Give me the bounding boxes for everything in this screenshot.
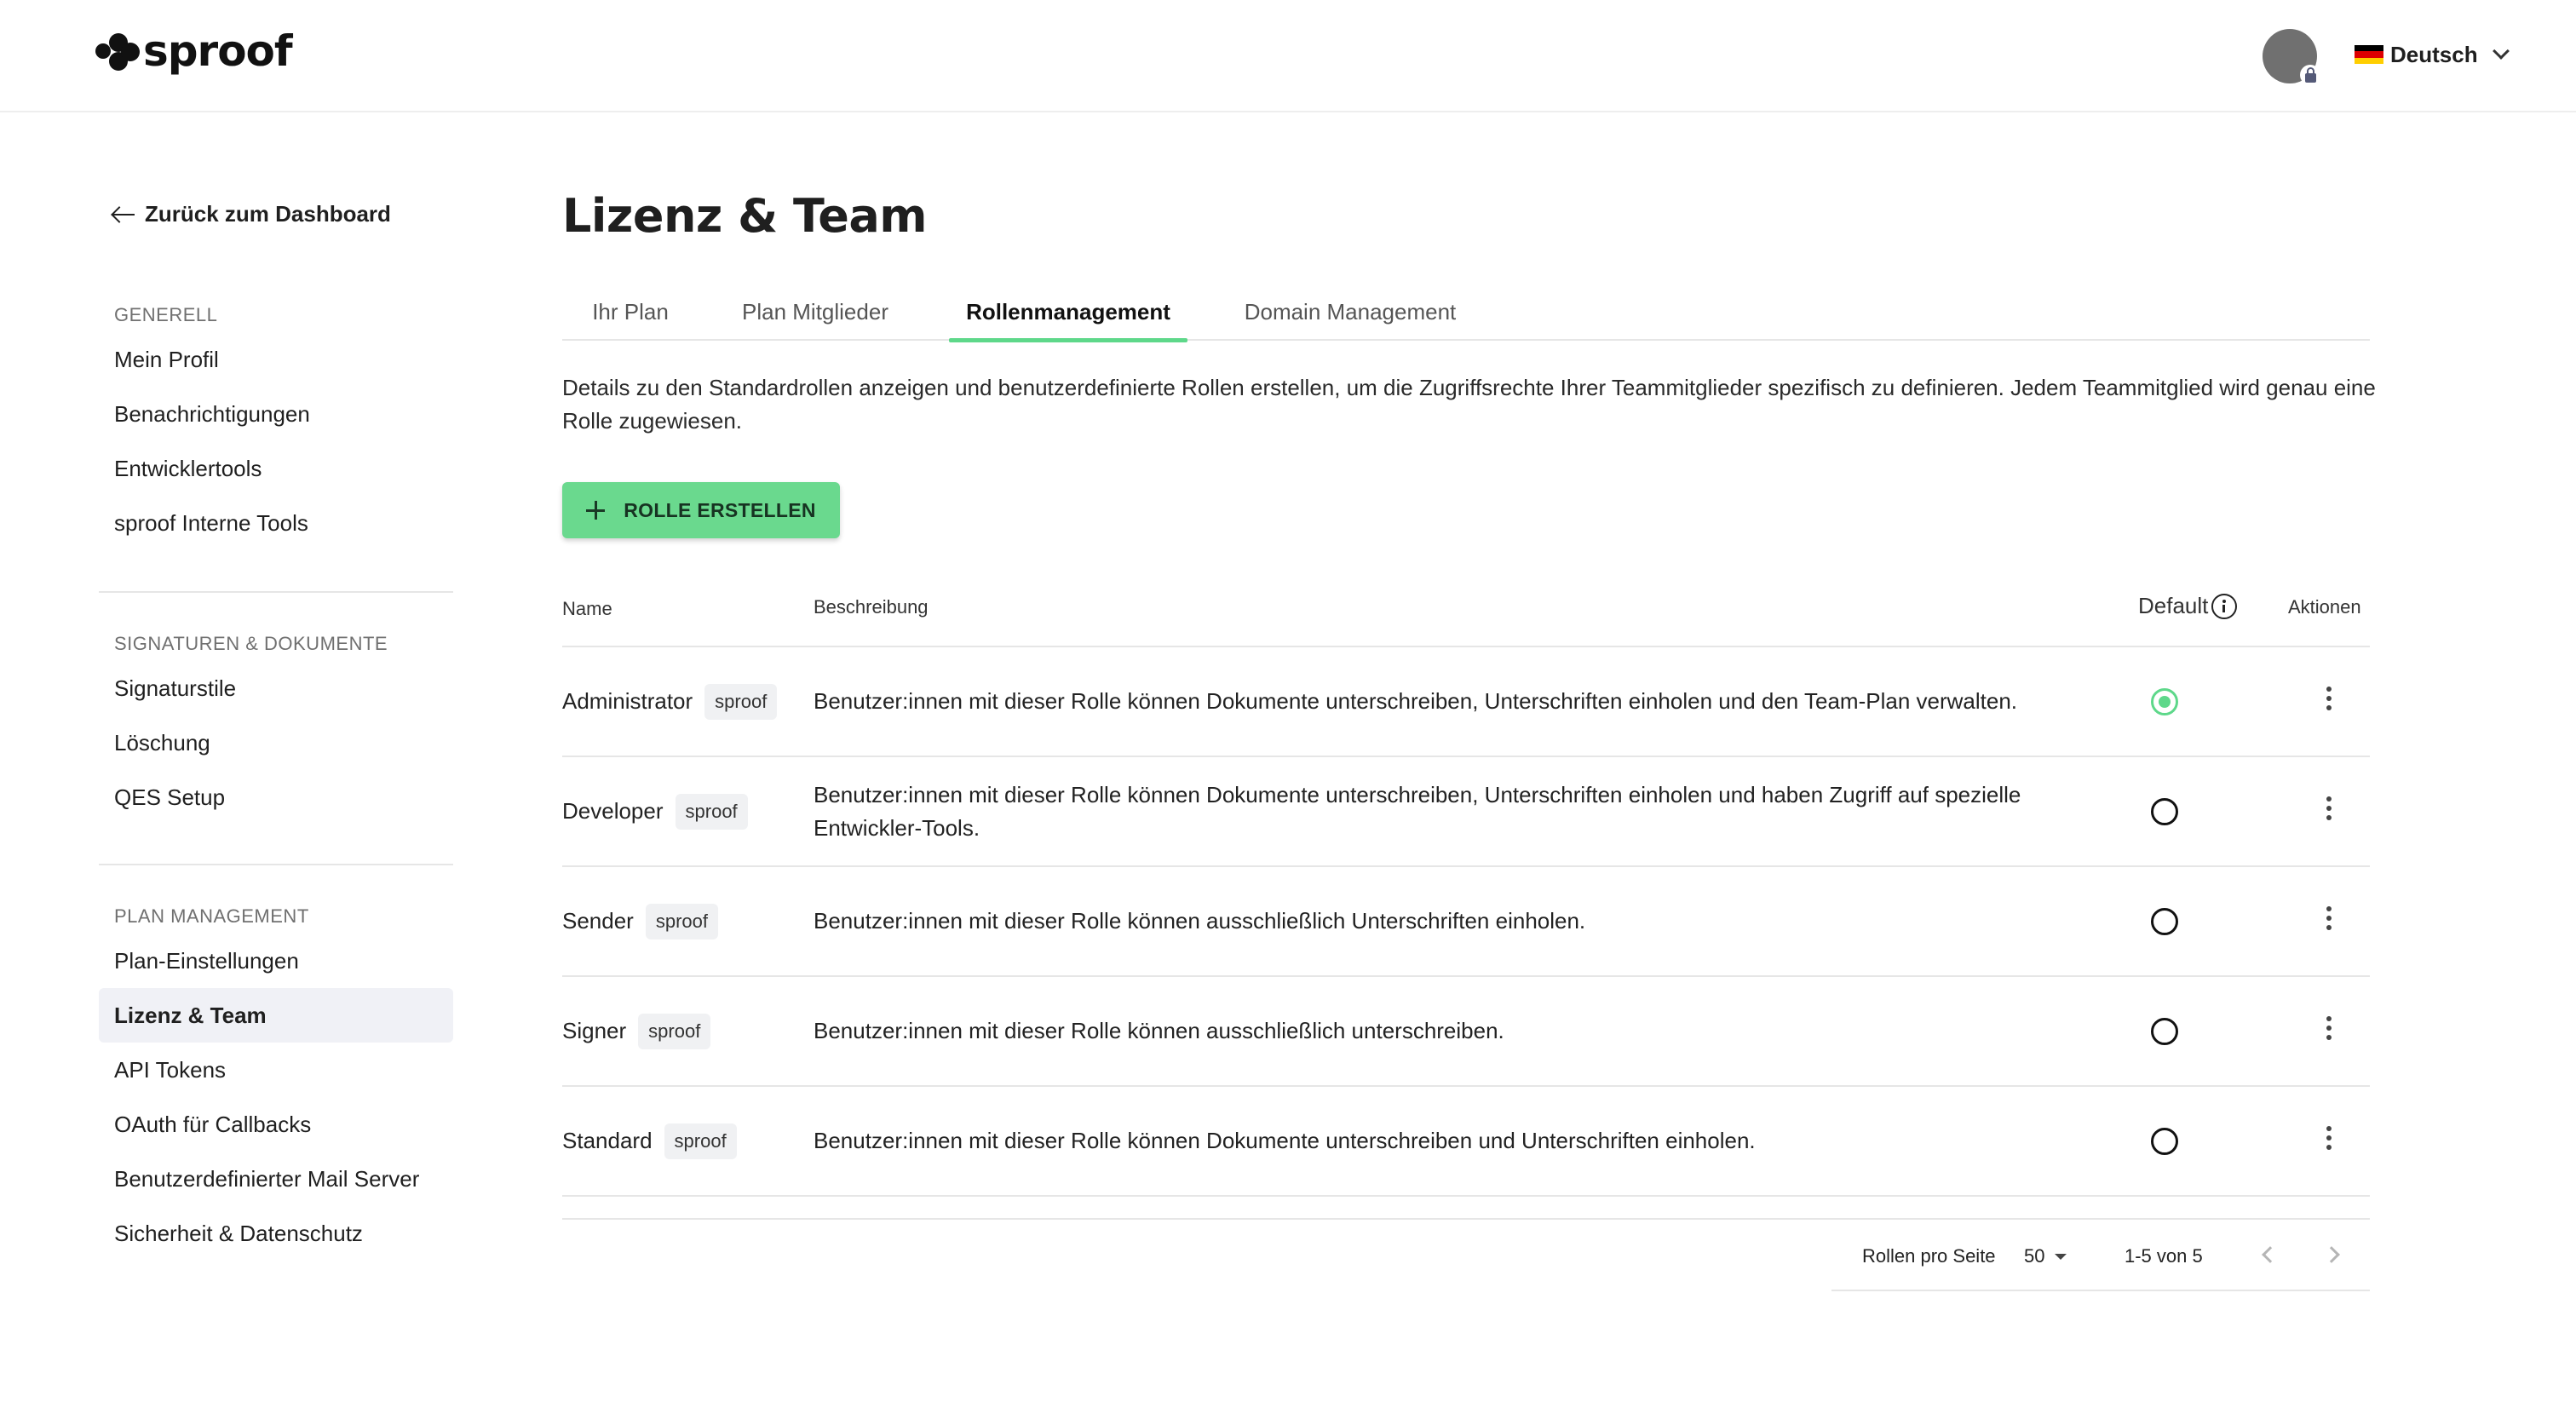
rows-per-page-value: 50: [2024, 1245, 2045, 1267]
more-actions-icon[interactable]: [2322, 1016, 2336, 1047]
chevron-right-icon[interactable]: [2323, 1246, 2340, 1263]
role-name-cell: Sender sproof: [562, 867, 718, 975]
role-name: Developer: [562, 798, 664, 824]
create-role-label: ROLLE ERSTELLEN: [624, 498, 816, 521]
info-icon[interactable]: [2211, 593, 2238, 619]
top-header: sproof Deutsch: [0, 0, 2576, 112]
pagination: Rollen pro Seite 50 1-5 von 5: [1831, 1227, 2370, 1291]
role-name: Standard: [562, 1128, 653, 1153]
roles-table: Name Beschreibung Default Aktionen Admin…: [562, 579, 2370, 1197]
sidebar-section-generell: GENERELL Mein Profil Benachrichtigungen …: [99, 298, 453, 550]
pagination-range: 1-5 von 5: [2125, 1245, 2203, 1267]
default-radio[interactable]: [2151, 688, 2178, 715]
default-label: Default: [2138, 593, 2209, 618]
sidebar-heading: GENERELL: [114, 304, 218, 325]
role-name-cell: Standard sproof: [562, 1087, 737, 1195]
sidebar-item-entwicklertools[interactable]: Entwicklertools: [99, 441, 453, 496]
role-description: Benutzer:innen mit dieser Rolle können a…: [814, 1018, 1504, 1043]
sproof-logo-icon: [95, 30, 140, 72]
sidebar-section-plan-management: PLAN MANAGEMENT Plan-Einstellungen Lizen…: [99, 899, 453, 1261]
column-header-actions: Aktionen: [2288, 596, 2361, 618]
sidebar-item-sicherheit-datenschutz[interactable]: Sicherheit & Datenschutz: [99, 1206, 453, 1261]
rows-per-page-select[interactable]: 50: [2024, 1242, 2067, 1271]
table-row: Sender sproof Benutzer:innen mit dieser …: [562, 867, 2370, 977]
role-badge: sproof: [675, 793, 748, 830]
sidebar-divider: [99, 591, 453, 593]
chevron-left-icon[interactable]: [2262, 1246, 2279, 1263]
role-description: Benutzer:innen mit dieser Rolle können D…: [814, 688, 2018, 714]
table-row: Administrator sproof Benutzer:innen mit …: [562, 647, 2370, 757]
user-avatar[interactable]: [2263, 29, 2320, 85]
more-actions-icon[interactable]: [2322, 687, 2336, 717]
role-badge: sproof: [704, 683, 778, 720]
column-header-default: Default: [2138, 593, 2238, 619]
role-description: Benutzer:innen mit dieser Rolle können a…: [814, 908, 1586, 934]
language-label: Deutsch: [2390, 41, 2478, 67]
more-actions-icon[interactable]: [2322, 796, 2336, 827]
sidebar-item-oauth-callbacks[interactable]: OAuth für Callbacks: [99, 1097, 453, 1152]
more-actions-icon[interactable]: [2322, 906, 2336, 937]
role-name: Sender: [562, 908, 634, 934]
caret-down-icon: [2055, 1253, 2067, 1260]
default-radio[interactable]: [2151, 908, 2178, 935]
sidebar-item-mail-server[interactable]: Benutzerdefinierter Mail Server: [99, 1152, 453, 1206]
sidebar-item-lizenz-team[interactable]: Lizenz & Team: [99, 988, 453, 1043]
page-title: Lizenz & Team: [562, 189, 928, 243]
default-radio[interactable]: [2151, 1128, 2178, 1155]
sidebar-divider: [99, 864, 453, 865]
table-row: Signer sproof Benutzer:innen mit dieser …: [562, 977, 2370, 1087]
role-name: Signer: [562, 1018, 627, 1043]
sidebar-item-plan-einstellungen[interactable]: Plan-Einstellungen: [99, 934, 453, 988]
sidebar-heading: PLAN MANAGEMENT: [114, 905, 309, 927]
more-actions-icon[interactable]: [2322, 1126, 2336, 1157]
role-name-cell: Developer sproof: [562, 757, 748, 865]
role-badge: sproof: [664, 1123, 737, 1159]
default-radio[interactable]: [2151, 1018, 2178, 1045]
back-link-label: Zurück zum Dashboard: [145, 201, 391, 227]
back-to-dashboard-link[interactable]: Zurück zum Dashboard: [111, 201, 391, 227]
role-description: Benutzer:innen mit dieser Rolle können D…: [814, 781, 2021, 841]
default-radio[interactable]: [2151, 798, 2178, 825]
role-badge: sproof: [638, 1013, 711, 1049]
tab-rollenmanagement[interactable]: Rollenmanagement: [949, 295, 1187, 342]
column-header-description: Beschreibung: [814, 596, 929, 618]
rows-per-page-label: Rollen pro Seite: [1862, 1245, 1996, 1267]
logo-text: sproof: [143, 26, 293, 76]
sidebar-heading: SIGNATUREN & DOKUMENTE: [114, 633, 388, 654]
create-role-button[interactable]: ROLLE ERSTELLEN: [562, 482, 840, 538]
role-description: Benutzer:innen mit dieser Rolle können D…: [814, 1128, 1756, 1153]
tab-plan-mitglieder[interactable]: Plan Mitglieder: [721, 295, 910, 341]
arrow-left-icon: [111, 206, 136, 223]
table-header: Name Beschreibung Default Aktionen: [562, 579, 2370, 647]
column-header-name: Name: [562, 598, 612, 619]
sidebar-item-benachrichtigungen[interactable]: Benachrichtigungen: [99, 387, 453, 441]
sidebar-item-api-tokens[interactable]: API Tokens: [99, 1043, 453, 1097]
role-badge: sproof: [645, 903, 718, 939]
table-row: Standard sproof Benutzer:innen mit diese…: [562, 1087, 2370, 1197]
german-flag-icon: [2355, 45, 2383, 64]
sidebar-section-signaturen: SIGNATUREN & DOKUMENTE Signaturstile Lös…: [99, 627, 453, 825]
plus-icon: [586, 501, 606, 520]
lock-icon: [2300, 65, 2320, 85]
role-name-cell: Administrator sproof: [562, 647, 778, 756]
tab-domain-management[interactable]: Domain Management: [1227, 295, 1474, 341]
role-name-cell: Signer sproof: [562, 977, 711, 1085]
sproof-logo[interactable]: sproof: [95, 26, 293, 77]
sidebar-item-loeschung[interactable]: Löschung: [99, 715, 453, 770]
tab-ihr-plan[interactable]: Ihr Plan: [562, 295, 699, 341]
sidebar-item-mein-profil[interactable]: Mein Profil: [99, 332, 453, 387]
sidebar-item-qes-setup[interactable]: QES Setup: [99, 770, 453, 825]
page-description: Details zu den Standardrollen anzeigen u…: [562, 375, 2376, 434]
language-selector[interactable]: Deutsch: [2355, 37, 2510, 72]
tab-bar: Ihr Plan Plan Mitglieder Rollenmanagemen…: [562, 295, 2370, 342]
chevron-down-icon: [2492, 43, 2510, 60]
table-row: Developer sproof Benutzer:innen mit dies…: [562, 757, 2370, 867]
role-name: Administrator: [562, 688, 693, 714]
sidebar-item-interne-tools[interactable]: sproof Interne Tools: [99, 496, 453, 550]
table-footer-divider: [562, 1218, 2370, 1220]
sidebar-item-signaturstile[interactable]: Signaturstile: [99, 661, 453, 715]
